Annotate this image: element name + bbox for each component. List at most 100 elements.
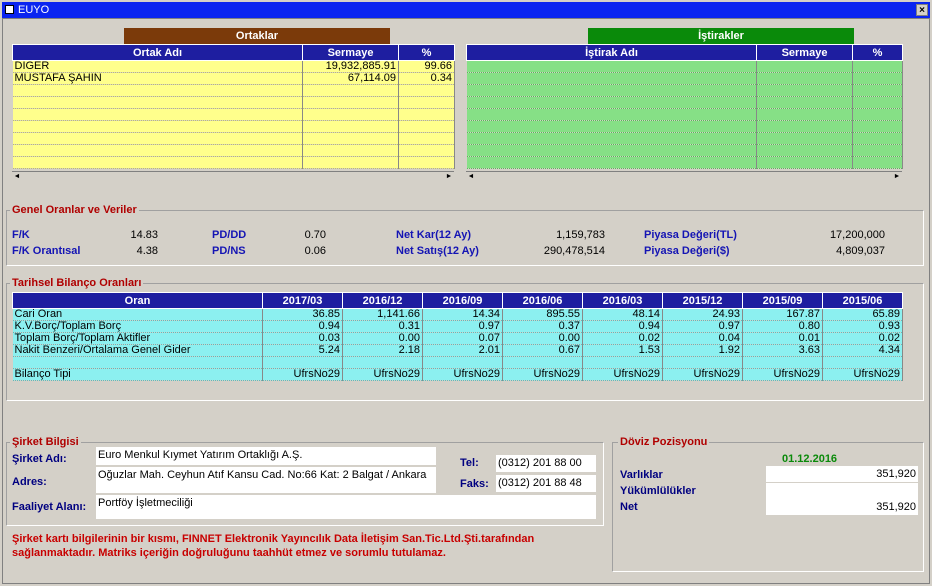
column-header: 2017/03: [262, 292, 343, 309]
ratio-value-cell: 0.31: [342, 320, 423, 333]
genel-oranlar-title: Genel Oranlar ve Veriler: [10, 204, 139, 216]
empty-cell: [466, 144, 757, 157]
table-row[interactable]: [12, 156, 455, 169]
ratio-value-cell: 24.93: [662, 308, 743, 321]
doviz-date: 01.12.2016: [782, 453, 838, 465]
fk-orantisal-label: F/K Orantısal: [12, 245, 81, 257]
table-row[interactable]: [466, 156, 903, 169]
ratio-value-cell: [742, 356, 823, 369]
empty-cell: [398, 144, 455, 157]
empty-cell: [466, 120, 757, 133]
piyasa-degeri-tl-value: 17,200,000: [829, 229, 885, 241]
ratio-value-cell: 0.37: [502, 320, 583, 333]
empty-cell: [756, 108, 853, 121]
ratio-value-cell: [422, 356, 503, 369]
column-header: 2015/09: [742, 292, 823, 309]
faks-label: Faks:: [460, 478, 489, 490]
table-row[interactable]: Bilanço Tipi UfrsNo29 UfrsNo29 UfrsNo29 Ufrs…: [12, 368, 903, 381]
table-row[interactable]: [12, 132, 455, 145]
ratio-value-cell: 5.24: [262, 344, 343, 357]
net-kar-label: Net Kar(12 Ay): [396, 229, 471, 241]
ratio-value-cell: 2.18: [342, 344, 423, 357]
empty-cell: [398, 156, 455, 169]
column-header: 2015/06: [822, 292, 903, 309]
ratio-value-cell: 0.94: [262, 320, 343, 333]
net-satis-label: Net Satış(12 Ay): [396, 245, 479, 257]
empty-cell: [398, 132, 455, 145]
table-row[interactable]: Nakit Benzeri/Ortalama Genel Gider 5.24 2.…: [12, 344, 903, 357]
ratio-value-cell: [502, 356, 583, 369]
ratio-value-cell: UfrsNo29: [582, 368, 663, 381]
column-header: 2015/12: [662, 292, 743, 309]
table-row[interactable]: [466, 96, 903, 109]
table-row[interactable]: [466, 144, 903, 157]
empty-cell: [12, 132, 303, 145]
ratio-name-cell: Bilanço Tipi: [12, 368, 263, 381]
tarihsel-table: Oran 2017/03 2016/12 2016/09 2016/06 2016/03 2…: [12, 292, 903, 381]
table-row[interactable]: DİĞER 19,932,885.91 99.66: [12, 60, 455, 73]
table-row[interactable]: [12, 144, 455, 157]
table-row[interactable]: [466, 84, 903, 97]
ratio-value-cell: UfrsNo29: [502, 368, 583, 381]
scroll-right-icon[interactable]: ►: [892, 172, 902, 182]
scroll-right-icon[interactable]: ►: [444, 172, 454, 182]
table-row[interactable]: [12, 96, 455, 109]
scroll-left-icon[interactable]: ◄: [12, 172, 22, 182]
ratio-value-cell: [342, 356, 423, 369]
empty-cell: [12, 156, 303, 169]
table-row[interactable]: [466, 60, 903, 73]
ratio-value-cell: 0.97: [422, 320, 503, 333]
empty-cell: [466, 72, 757, 85]
column-header: %: [398, 44, 455, 61]
table-row[interactable]: [12, 108, 455, 121]
table-row[interactable]: [466, 108, 903, 121]
ortaklar-scrollbar[interactable]: ◄ ►: [12, 171, 454, 181]
ratio-value-cell: 48.14: [582, 308, 663, 321]
empty-cell: [756, 156, 853, 169]
ratio-value-cell: 0.02: [582, 332, 663, 345]
istirakler-caption: İştirakler: [588, 28, 854, 44]
table-row[interactable]: [466, 72, 903, 85]
piyasa-degeri-usd-label: Piyasa Değeri($): [644, 245, 730, 257]
istirakler-scrollbar[interactable]: ◄ ►: [466, 171, 902, 181]
net-kar-value: 1,159,783: [556, 229, 605, 241]
column-header: Sermaye: [302, 44, 399, 61]
empty-cell: [302, 132, 399, 145]
table-row[interactable]: [466, 120, 903, 133]
table-row[interactable]: Toplam Borç/Toplam Aktifler 0.03 0.00 0.07 0…: [12, 332, 903, 345]
ratio-value-cell: 36.85: [262, 308, 343, 321]
ratio-value-cell: 65.89: [822, 308, 903, 321]
ratio-value-cell: 0.07: [422, 332, 503, 345]
empty-cell: [852, 84, 903, 97]
table-row[interactable]: MUSTAFA ŞAHİN 67,114.09 0.34: [12, 72, 455, 85]
empty-cell: [756, 72, 853, 85]
empty-cell: [756, 84, 853, 97]
table-row[interactable]: Cari Oran 36.85 1,141.66 14.34 895.55 48.14 24…: [12, 308, 903, 321]
fk-value: 14.83: [130, 229, 158, 241]
sirket-adi-field: Euro Menkul Kıymet Yatırım Ortaklığı A.Ş…: [96, 447, 436, 465]
ratio-value-cell: [582, 356, 663, 369]
ratio-value-cell: 4.34: [822, 344, 903, 357]
ratio-value-cell: 0.03: [262, 332, 343, 345]
close-icon[interactable]: ×: [916, 4, 928, 16]
table-row[interactable]: [12, 84, 455, 97]
ratio-value-cell: 0.00: [502, 332, 583, 345]
table-row[interactable]: [466, 132, 903, 145]
empty-cell: [756, 96, 853, 109]
column-header: Sermaye: [756, 44, 853, 61]
empty-cell: [466, 108, 757, 121]
fk-label: F/K: [12, 229, 30, 241]
table-row[interactable]: [12, 120, 455, 133]
table-row[interactable]: K.V.Borç/Toplam Borç 0.94 0.31 0.97 0.37 0.94…: [12, 320, 903, 333]
adres-label: Adres:: [12, 476, 47, 488]
ratio-value-cell: 0.02: [822, 332, 903, 345]
ratio-value-cell: [662, 356, 743, 369]
empty-cell: [302, 84, 399, 97]
scroll-left-icon[interactable]: ◄: [466, 172, 476, 182]
ratio-name-cell: Toplam Borç/Toplam Aktifler: [12, 332, 263, 345]
doviz-pozisyonu-title: Döviz Pozisyonu: [618, 436, 710, 448]
table-row[interactable]: [12, 356, 903, 369]
column-header: 2016/09: [422, 292, 503, 309]
disclaimer-line-1: Şirket kartı bilgilerinin bir kısmı, FIN…: [12, 533, 535, 545]
tel-label: Tel:: [460, 457, 479, 469]
